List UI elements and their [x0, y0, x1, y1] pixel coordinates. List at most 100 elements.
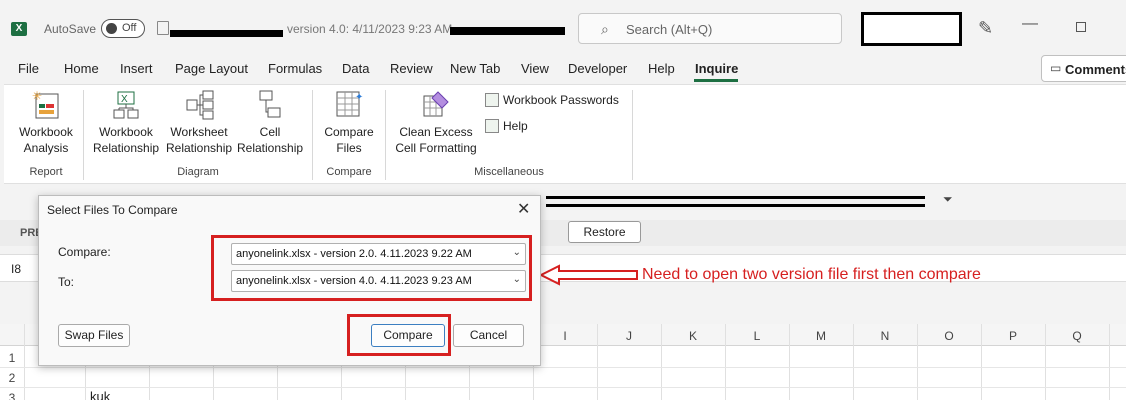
tab-formulas[interactable]: Formulas	[268, 61, 322, 76]
column-header[interactable]: Q	[1045, 329, 1109, 343]
button-label: Workbook	[99, 125, 153, 139]
row-header[interactable]: 3	[0, 391, 24, 400]
button-label: Relationship	[166, 141, 233, 155]
comment-icon: ▭	[1050, 61, 1062, 75]
svg-text:X: X	[121, 94, 128, 105]
svg-text:✦: ✦	[355, 92, 363, 103]
comments-button[interactable]: ▭ Comments	[1041, 55, 1126, 82]
search-input[interactable]: ⌕ Search (Alt+Q)	[578, 13, 842, 44]
row-header[interactable]: 2	[0, 371, 24, 385]
tab-view[interactable]: View	[521, 61, 549, 76]
button-label: Worksheet	[170, 125, 228, 139]
column-header[interactable]: N	[853, 329, 917, 343]
help-icon	[485, 119, 499, 133]
row-header[interactable]: 1	[0, 351, 24, 365]
tab-page-layout[interactable]: Page Layout	[175, 61, 248, 76]
minimize-icon[interactable]: —	[1022, 15, 1038, 33]
cell-relationship-icon	[259, 90, 281, 118]
compare-label: Compare:	[58, 245, 111, 259]
group-separator	[385, 90, 386, 180]
group-separator	[632, 90, 633, 180]
grid-line	[1045, 324, 1046, 400]
search-icon: ⌕	[601, 21, 609, 37]
annotation-arrow-icon	[539, 264, 638, 286]
swap-files-button[interactable]: Swap Files	[58, 324, 130, 347]
grid-line	[789, 324, 790, 400]
name-box[interactable]: I8	[11, 262, 21, 276]
grid-line	[853, 324, 854, 400]
grid-line	[0, 367, 1126, 368]
search-placeholder: Search (Alt+Q)	[626, 22, 713, 37]
grid-line	[661, 324, 662, 400]
tab-data[interactable]: Data	[342, 61, 369, 76]
button-label: Files	[336, 141, 362, 155]
maximize-icon[interactable]	[1076, 22, 1086, 32]
button-label: Cell Formatting	[395, 141, 477, 155]
workbook-analysis-icon: ✳	[32, 89, 59, 119]
button-label: Relationship	[237, 141, 304, 155]
group-label-report: Report	[29, 166, 63, 178]
workbook-relationship-button[interactable]: X Workbook Relationship	[93, 88, 159, 156]
cancel-button[interactable]: Cancel	[453, 324, 524, 347]
tab-review[interactable]: Review	[390, 61, 433, 76]
redacted-account-box	[861, 12, 962, 46]
worksheet-relationship-icon	[186, 90, 214, 120]
svg-text:✳: ✳	[32, 89, 42, 103]
tab-help[interactable]: Help	[648, 61, 675, 76]
button-label: Relationship	[93, 141, 160, 155]
annotation-text: Need to open two version file first then…	[642, 266, 981, 283]
grid-line	[597, 324, 598, 400]
worksheet-relationship-button[interactable]: Worksheet Relationship	[166, 88, 232, 156]
clean-formatting-icon	[423, 91, 449, 117]
grid-line	[0, 387, 1126, 388]
column-header[interactable]: L	[725, 329, 789, 343]
help-button[interactable]: Help	[485, 119, 528, 133]
tab-new-tab[interactable]: New Tab	[450, 61, 500, 76]
compare-files-button[interactable]: ✦ Compare Files	[318, 88, 380, 156]
column-header[interactable]: O	[917, 329, 981, 343]
grid-line	[981, 324, 982, 400]
chevron-down-icon[interactable]: ⏷	[943, 192, 953, 207]
group-label-miscellaneous: Miscellaneous	[474, 166, 544, 178]
autosave-toggle[interactable]: Off	[101, 19, 145, 38]
save-icon[interactable]	[157, 21, 169, 35]
button-label: Cell	[259, 125, 281, 139]
redaction-bar	[450, 27, 565, 35]
group-separator	[312, 90, 313, 180]
workbook-passwords-button[interactable]: Workbook Passwords	[485, 93, 619, 107]
redaction-bar	[170, 30, 283, 37]
workbook-relationship-icon: X	[113, 91, 139, 119]
annotation-highlight-box	[211, 235, 532, 301]
workbook-passwords-icon	[485, 93, 499, 107]
column-header[interactable]: K	[661, 329, 725, 343]
group-separator	[83, 90, 84, 180]
column-header[interactable]: I	[533, 329, 597, 343]
cell-value[interactable]: kuk	[90, 389, 110, 400]
group-label-diagram: Diagram	[177, 166, 219, 178]
pen-icon[interactable]: ✎	[978, 18, 993, 39]
tab-insert[interactable]: Insert	[120, 61, 153, 76]
workbook-analysis-button[interactable]: ✳ Workbook Analysis	[14, 88, 78, 156]
column-header[interactable]: P	[981, 329, 1045, 343]
cell-relationship-button[interactable]: Cell Relationship	[237, 88, 303, 156]
column-header[interactable]: J	[597, 329, 661, 343]
restore-button[interactable]: Restore	[568, 221, 641, 243]
tab-file[interactable]: File	[18, 61, 39, 76]
menu-bar	[0, 58, 1126, 82]
tab-home[interactable]: Home	[64, 61, 99, 76]
autosave-state: Off	[122, 22, 137, 34]
toggle-knob	[106, 23, 117, 34]
button-label: Workbook Passwords	[503, 93, 619, 107]
tab-developer[interactable]: Developer	[568, 61, 627, 76]
column-header[interactable]: M	[789, 329, 853, 343]
document-title: version 4.0: 4/11/2023 9:23 AM	[287, 22, 453, 36]
dialog-title: Select Files To Compare	[47, 203, 178, 217]
close-icon[interactable]: ✕	[517, 199, 530, 219]
grid-line	[917, 324, 918, 400]
button-label: Analysis	[23, 141, 69, 155]
button-label: Clean Excess	[399, 125, 473, 139]
annotation-highlight-box	[347, 314, 451, 356]
tab-inquire[interactable]: Inquire	[695, 61, 738, 76]
clean-excess-formatting-button[interactable]: Clean Excess Cell Formatting	[392, 88, 480, 156]
active-tab-indicator	[694, 79, 738, 82]
